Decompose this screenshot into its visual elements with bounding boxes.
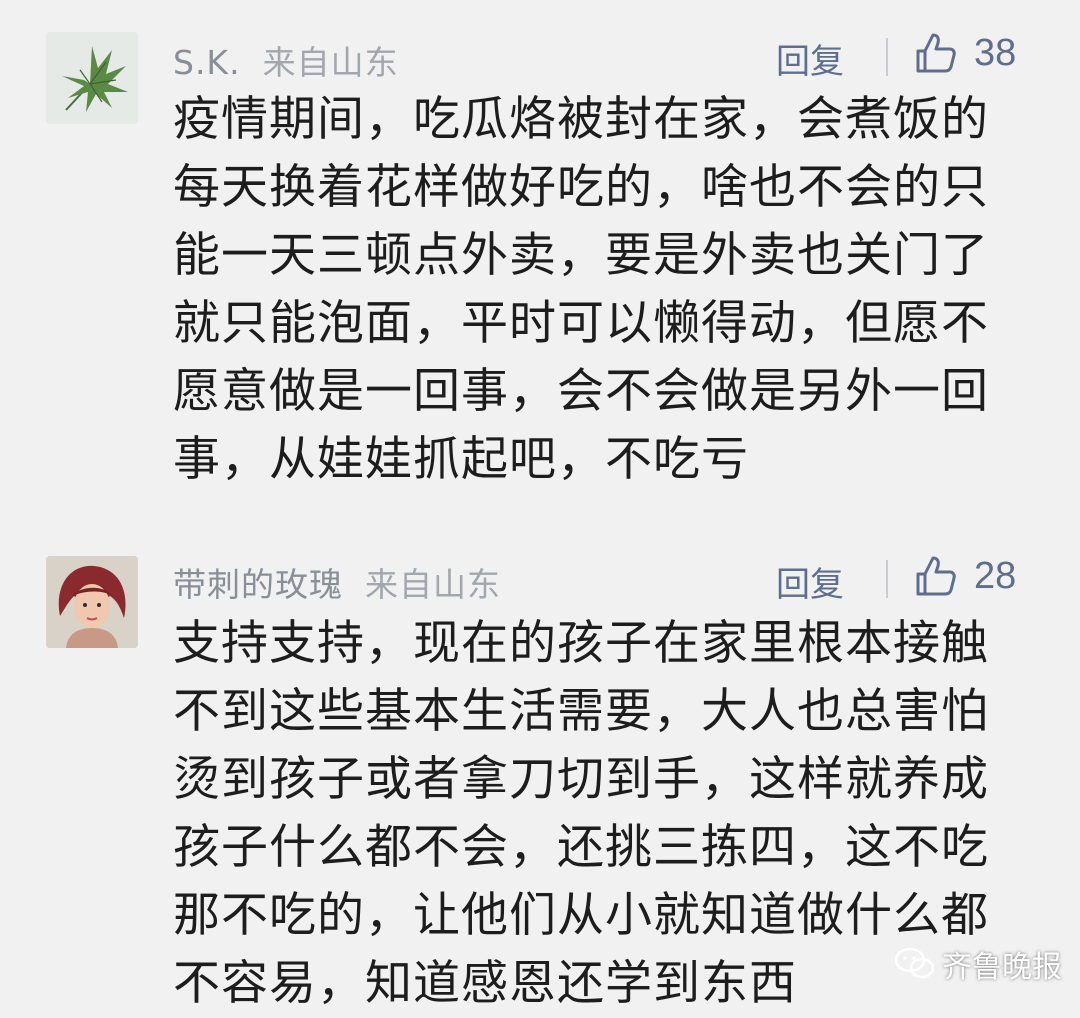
- wechat-icon: [894, 947, 935, 979]
- comment-author[interactable]: S.K. 来自山东: [173, 36, 399, 84]
- leaf-avatar-image: [46, 32, 138, 124]
- avatar[interactable]: [46, 32, 138, 124]
- reply-button[interactable]: 回复: [776, 34, 844, 83]
- comment-item: S.K. 来自山东 回复 38 疫情期间，吃瓜烙被封在家，会煮饭的 每天换着花样做…: [0, 0, 1080, 500]
- author-name[interactable]: 带刺的玫瑰: [173, 565, 343, 604]
- comment-author[interactable]: 带刺的玫瑰 来自山东: [173, 558, 501, 606]
- author-location: 来自山东: [365, 565, 501, 604]
- comment-item: 带刺的玫瑰 来自山东 回复 28 支持支持，现在的孩子在家里根本接触 不到这些基本…: [0, 528, 1080, 1011]
- avatar[interactable]: [46, 556, 138, 648]
- divider: [886, 560, 888, 598]
- woman-avatar-image: [46, 556, 138, 648]
- author-name[interactable]: S.K.: [173, 43, 241, 82]
- like-count: 28: [974, 554, 1017, 597]
- author-location: 来自山东: [262, 43, 399, 82]
- like-button[interactable]: 28: [914, 553, 1026, 599]
- watermark-text: 齐鲁晚报: [942, 950, 1062, 985]
- comment-text: 疫情期间，吃瓜烙被封在家，会煮饭的 每天换着花样做好吃的，啥也不会的只 能一天三…: [173, 92, 989, 487]
- like-button[interactable]: 38: [914, 30, 1026, 76]
- divider: [886, 38, 888, 76]
- comment-text: 支持支持，现在的孩子在家里根本接触 不到这些基本生活需要，大人也总害怕 烫到孩子…: [173, 616, 989, 1011]
- thumbs-up-icon: [916, 556, 956, 596]
- reply-button[interactable]: 回复: [776, 557, 844, 606]
- source-watermark: 齐鲁晚报: [894, 940, 1062, 988]
- like-count: 38: [974, 31, 1017, 74]
- thumbs-up-icon: [916, 33, 956, 73]
